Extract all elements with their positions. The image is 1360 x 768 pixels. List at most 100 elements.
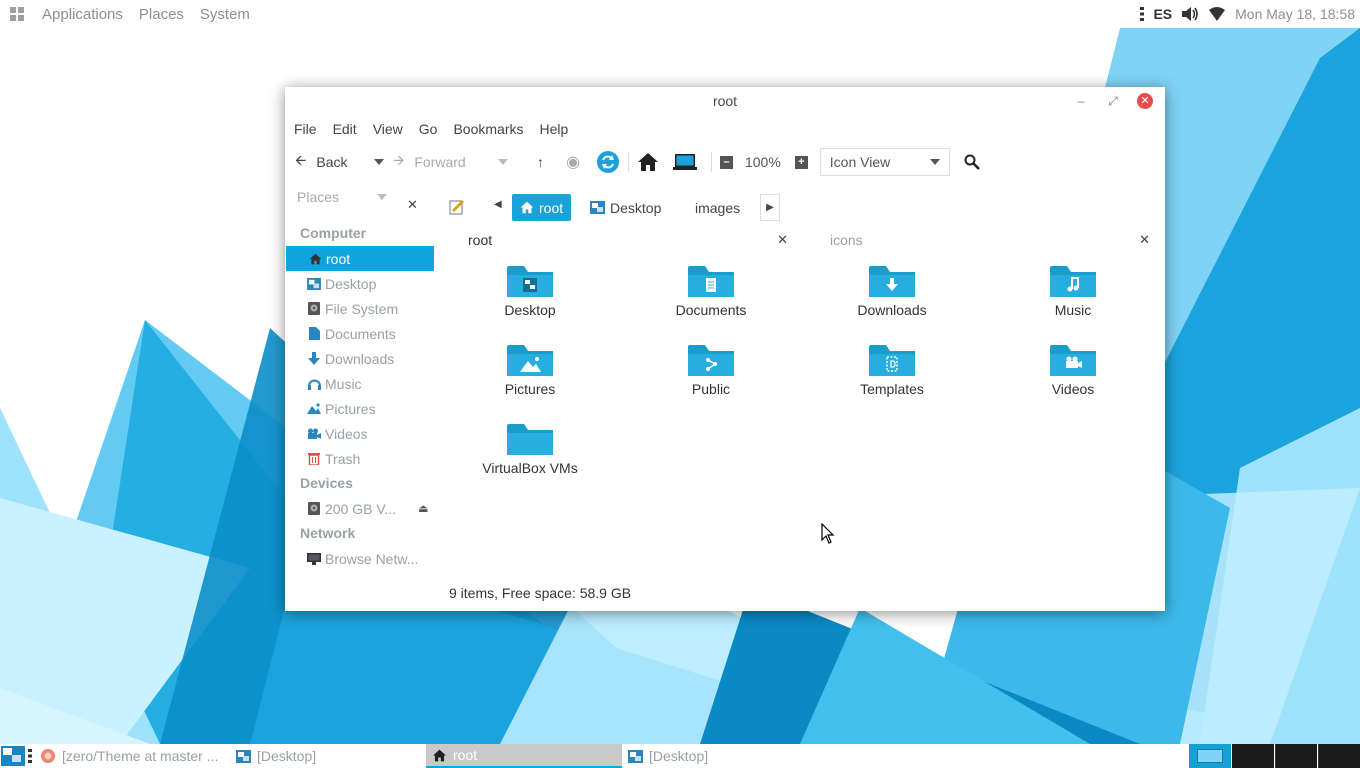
sidebar-item-desktop[interactable]: Desktop	[285, 271, 435, 296]
arrow-right-icon: 🡪	[393, 152, 405, 168]
sidebar-item-browse-network[interactable]: Browse Netw...	[285, 546, 435, 571]
reload-icon[interactable]	[596, 150, 620, 174]
folder-templates[interactable]: Templates	[817, 343, 967, 397]
show-desktop-icon[interactable]	[1, 746, 25, 766]
chevron-down-icon	[929, 159, 940, 165]
taskbar-handle-icon[interactable]	[28, 749, 32, 763]
forward-button[interactable]: 🡪 Forward	[393, 150, 525, 174]
folder-desktop-icon	[507, 266, 553, 297]
toolbar: 🡨 Back 🡪 Forward ↑ ◉ – 100% + Icon View	[285, 143, 1165, 181]
minimize-icon[interactable]: –	[1073, 93, 1089, 109]
folder-videos[interactable]: Videos	[998, 343, 1148, 397]
applications-menu[interactable]: Applications	[42, 6, 123, 23]
drive-icon	[307, 502, 321, 516]
sidebar-item-label: Downloads	[325, 350, 395, 367]
applications-icon[interactable]	[10, 7, 24, 21]
eject-icon[interactable]: ⏏	[418, 502, 428, 515]
system-menu[interactable]: System	[200, 6, 250, 23]
location-bar: Places ✕ ◀ root Desktop images ▶	[285, 181, 1165, 221]
desktop-icon	[236, 749, 251, 763]
menu-dots-icon[interactable]	[1140, 6, 1145, 22]
workspace-4[interactable]	[1318, 744, 1360, 768]
folder-documents-icon	[688, 266, 734, 297]
folder-videos-icon	[1050, 345, 1096, 376]
network-icon	[307, 552, 321, 566]
workspace-3[interactable]	[1275, 744, 1317, 768]
back-history-dropdown[interactable]	[373, 159, 384, 165]
stop-icon[interactable]: ◉	[566, 152, 580, 172]
search-icon[interactable]	[964, 154, 980, 170]
sidebar-item-downloads[interactable]: Downloads	[285, 346, 435, 371]
breadcrumb-images-label: images	[695, 199, 741, 216]
path-scroll-right[interactable]: ▶	[760, 194, 780, 221]
folder-downloads[interactable]: Downloads	[817, 264, 967, 318]
breadcrumb-root[interactable]: root	[512, 194, 572, 221]
taskbar-item-browser[interactable]: [zero/Theme at master ...	[34, 744, 230, 768]
sidebar-item-volume[interactable]: 200 GB V... ⏏	[285, 496, 435, 521]
sidebar-item-label: Documents	[325, 325, 396, 342]
close-icon[interactable]: ✕	[1137, 93, 1153, 109]
folder-virtualbox-vms[interactable]: VirtualBox VMs	[455, 422, 605, 476]
breadcrumb-desktop[interactable]: Desktop	[582, 194, 669, 221]
clock[interactable]: Mon May 18, 18:58	[1235, 6, 1355, 22]
breadcrumb-images[interactable]: images	[687, 194, 748, 221]
window-title: root	[712, 93, 738, 109]
taskbar-item-desktop-1[interactable]: [Desktop]	[230, 744, 426, 768]
menu-edit[interactable]: Edit	[333, 121, 357, 137]
document-icon	[307, 327, 321, 341]
volume-icon[interactable]	[1181, 6, 1199, 22]
sidebar-item-pictures[interactable]: Pictures	[285, 396, 435, 421]
view-mode-select[interactable]: Icon View	[819, 148, 950, 176]
sidebar-item-label: File System	[325, 300, 399, 317]
up-arrow-icon[interactable]: ↑	[537, 154, 544, 170]
menu-file[interactable]: File	[294, 121, 317, 137]
folder-public[interactable]: Public	[636, 343, 786, 397]
folder-pictures[interactable]: Pictures	[455, 343, 605, 397]
folder-label: Downloads	[857, 302, 927, 318]
sidebar-heading-computer: Computer	[300, 225, 367, 241]
sidebar-item-music[interactable]: Music	[285, 371, 435, 396]
places-select[interactable]: Places	[297, 189, 387, 205]
sidebar-item-videos[interactable]: Videos	[285, 421, 435, 446]
close-pane-icon[interactable]: ✕	[1139, 232, 1150, 248]
back-button[interactable]: 🡨 Back	[295, 150, 393, 174]
zoom-in-button[interactable]: +	[794, 155, 808, 169]
folder-documents[interactable]: Documents	[636, 264, 786, 318]
home-icon	[520, 201, 534, 214]
taskbar-item-desktop-2[interactable]: [Desktop]	[622, 744, 818, 768]
path-scroll-left[interactable]: ◀	[494, 199, 502, 210]
menu-bookmarks[interactable]: Bookmarks	[453, 121, 523, 137]
computer-icon[interactable]	[672, 153, 697, 171]
places-menu[interactable]: Places	[139, 6, 184, 23]
keyboard-layout-indicator[interactable]: ES	[1153, 6, 1172, 22]
sidebar-item-root[interactable]: root	[286, 246, 434, 271]
menu-help[interactable]: Help	[540, 121, 569, 137]
folder-desktop[interactable]: Desktop	[455, 264, 605, 318]
workspace-1[interactable]	[1189, 744, 1231, 768]
task-label: [Desktop]	[257, 748, 317, 764]
home-icon[interactable]	[637, 152, 659, 172]
menu-go[interactable]: Go	[419, 121, 438, 137]
taskbar-item-root[interactable]: root	[426, 744, 622, 768]
menubar: File Edit View Go Bookmarks Help	[285, 115, 1165, 143]
sidebar-item-file-system[interactable]: File System	[285, 296, 435, 321]
sidebar-item-trash[interactable]: Trash	[285, 446, 435, 471]
maximize-icon[interactable]: ⤢	[1105, 93, 1121, 109]
folder-music[interactable]: Music	[998, 264, 1148, 318]
workspace-2[interactable]	[1232, 744, 1274, 768]
wifi-icon[interactable]	[1208, 6, 1226, 22]
folder-music-icon	[1050, 266, 1096, 297]
zoom-out-button[interactable]: –	[719, 155, 733, 169]
home-icon	[433, 749, 446, 761]
folder-pictures-icon	[507, 345, 553, 376]
window-titlebar[interactable]: root – ⤢ ✕	[285, 87, 1165, 115]
close-sidebar-icon[interactable]: ✕	[407, 197, 418, 213]
menu-view[interactable]: View	[373, 121, 403, 137]
close-pane-icon[interactable]: ✕	[777, 232, 788, 248]
edit-location-icon[interactable]	[449, 199, 465, 215]
forward-label: Forward	[414, 154, 466, 170]
forward-history-dropdown[interactable]	[497, 159, 508, 165]
sidebar-heading-network: Network	[300, 525, 356, 541]
sidebar-item-documents[interactable]: Documents	[285, 321, 435, 346]
folder-label: Pictures	[504, 381, 556, 397]
